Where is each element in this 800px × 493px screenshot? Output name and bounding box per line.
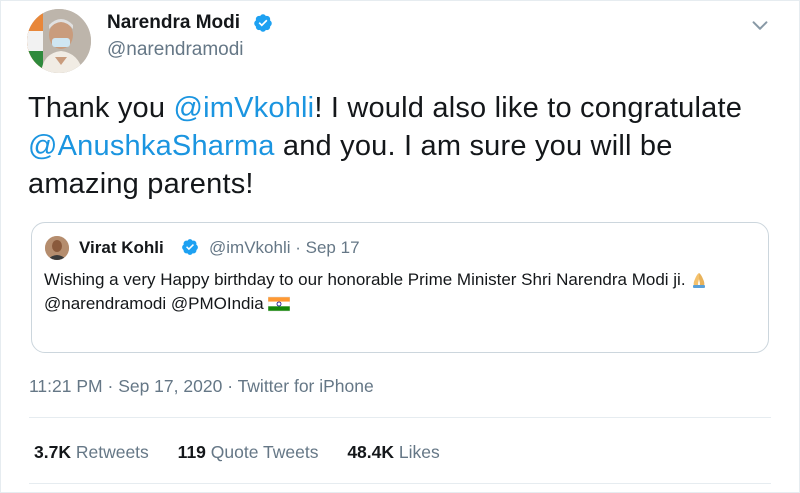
separator-dot: · bbox=[107, 376, 114, 396]
mention-link[interactable]: @AnushkaSharma bbox=[28, 130, 275, 162]
quoted-text-line: Wishing a very Happy birthday to our hon… bbox=[44, 270, 686, 289]
mention-link[interactable]: @imVkohli bbox=[173, 92, 314, 124]
quoted-date[interactable]: Sep 17 bbox=[306, 238, 360, 257]
likes-count: 48.4K bbox=[347, 442, 395, 462]
retweets-count: 3.7K bbox=[34, 442, 71, 462]
tweet-text-segment: Thank you bbox=[28, 92, 174, 124]
quote-tweets-label: Quote Tweets bbox=[210, 442, 319, 462]
tweet-text-segment: ! I would also like to congratulate bbox=[314, 92, 743, 124]
verified-badge-icon bbox=[182, 239, 198, 255]
separator-dot: · bbox=[295, 238, 301, 257]
tweet-card: Narendra Modi @narendramodi Thank you @i… bbox=[0, 0, 800, 493]
tweet-source[interactable]: Twitter for iPhone bbox=[238, 376, 374, 396]
quoted-author-handle[interactable]: @imVkohli bbox=[209, 238, 291, 257]
india-flag-emoji bbox=[268, 296, 291, 312]
tweet-time[interactable]: 11:21 PM bbox=[29, 376, 103, 396]
quoted-mentions-line: @narendramodi @PMOIndia bbox=[44, 294, 264, 313]
likes-stat[interactable]: 48.4K Likes bbox=[347, 442, 439, 463]
separator-dot: · bbox=[227, 376, 234, 396]
tweet-text: Thank you @imVkohli! I would also like t… bbox=[28, 89, 778, 203]
likes-label: Likes bbox=[398, 442, 440, 462]
tweet-stats: 3.7K Retweets 119 Quote Tweets 48.4K Lik… bbox=[34, 442, 464, 463]
quoted-author-name[interactable]: Virat Kohli bbox=[79, 238, 164, 258]
folded-hands-emoji bbox=[693, 273, 706, 288]
quote-tweets-stat[interactable]: 119 Quote Tweets bbox=[178, 442, 319, 463]
author-avatar[interactable] bbox=[27, 9, 91, 73]
tweet-timestamp: 11:21 PM · Sep 17, 2020 · Twitter for iP… bbox=[29, 376, 374, 397]
quoted-tweet[interactable]: Virat Kohli @imVkohli · Sep 17 Wishing a… bbox=[31, 222, 769, 353]
retweets-label: Retweets bbox=[75, 442, 149, 462]
chevron-down-icon[interactable] bbox=[749, 15, 771, 37]
divider bbox=[29, 483, 771, 484]
quoted-meta: @imVkohli · Sep 17 bbox=[209, 238, 360, 258]
author-name[interactable]: Narendra Modi bbox=[107, 12, 240, 34]
quote-tweets-count: 119 bbox=[177, 442, 206, 462]
quoted-text: Wishing a very Happy birthday to our hon… bbox=[44, 268, 754, 316]
tweet-date[interactable]: Sep 17, 2020 bbox=[118, 376, 222, 396]
quoted-author-avatar[interactable] bbox=[45, 236, 69, 260]
divider bbox=[29, 417, 771, 418]
verified-badge-icon bbox=[254, 14, 272, 32]
retweets-stat[interactable]: 3.7K Retweets bbox=[34, 442, 149, 463]
author-handle[interactable]: @narendramodi bbox=[107, 39, 244, 61]
